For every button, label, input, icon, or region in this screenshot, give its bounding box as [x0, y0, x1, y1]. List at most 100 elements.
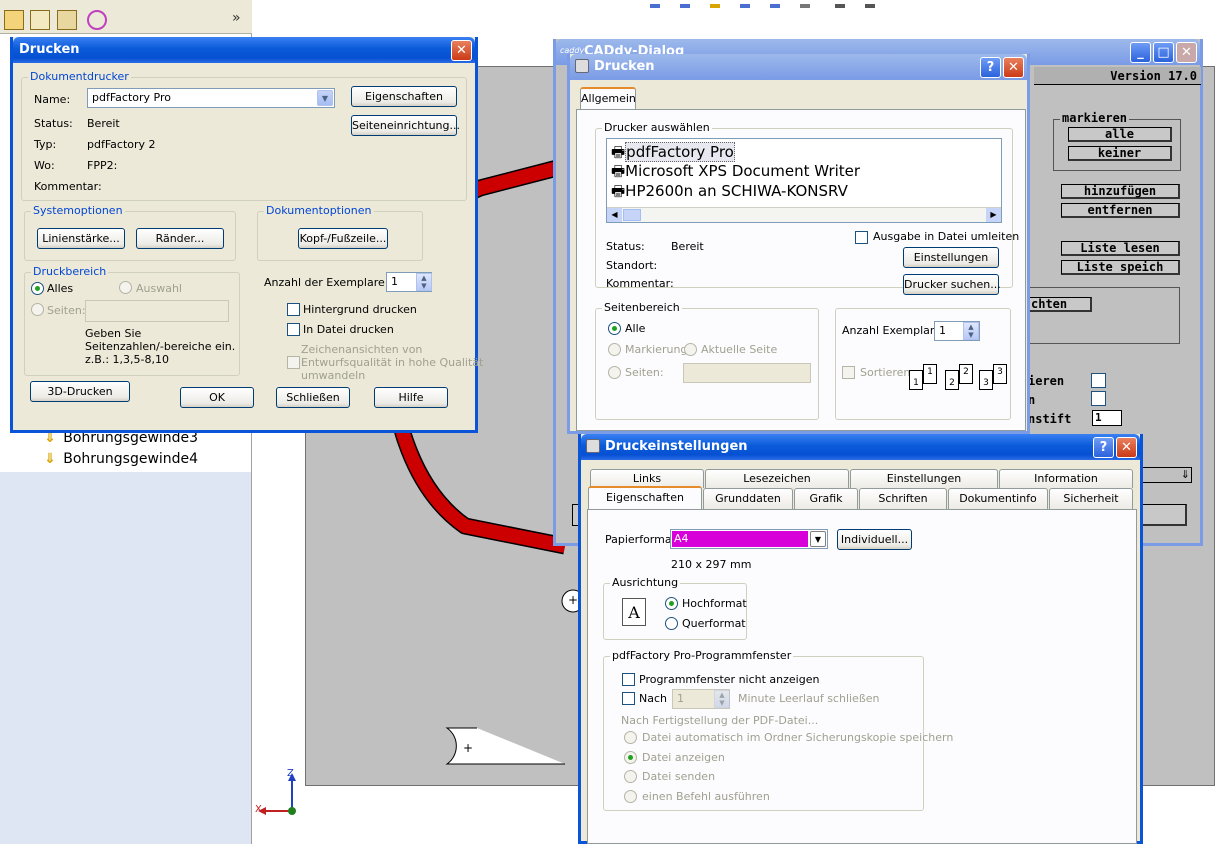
ieren-checkbox[interactable] — [1091, 373, 1106, 388]
property-manager-icon[interactable] — [30, 10, 50, 30]
tab-lesezeichen[interactable]: Lesezeichen — [705, 469, 849, 488]
configuration-manager-icon[interactable] — [57, 10, 77, 30]
tab-einstellungen[interactable]: Einstellungen — [850, 469, 998, 488]
tree-row-bohrungsgewinde4[interactable]: ⇓ Bohrungsgewinde4 — [44, 451, 198, 469]
alle-label: Alle — [625, 322, 646, 335]
copies-spinner[interactable]: ▲ ▼ — [963, 322, 979, 340]
alle-radio[interactable] — [608, 322, 621, 335]
maximize-button[interactable]: □ — [1153, 42, 1174, 63]
feature-manager-icon[interactable] — [4, 10, 24, 30]
chevron-right-icon[interactable]: » — [232, 10, 241, 26]
tab-sicherheit[interactable]: Sicherheit — [1049, 488, 1133, 509]
ausgabe-checkbox[interactable] — [855, 231, 868, 244]
option-anzeigen-radio[interactable] — [624, 751, 637, 764]
printer-name-select[interactable]: pdfFactory Pro ▼ — [87, 88, 335, 108]
eigenschaften-button[interactable]: Eigenschaften — [351, 86, 457, 107]
option-senden-radio[interactable] — [624, 770, 637, 783]
entfernen-button[interactable]: entfernen — [1061, 203, 1180, 218]
axis-x-label: X — [255, 804, 262, 815]
option-senden-label: Datei senden — [642, 770, 716, 783]
linienstaerke-button[interactable]: Linienstärke... — [37, 228, 125, 249]
auswahl-radio[interactable] — [119, 281, 132, 294]
hintergrund-checkbox[interactable] — [287, 303, 300, 316]
seiten-radio[interactable] — [31, 303, 44, 316]
tab-information[interactable]: Information — [999, 469, 1133, 488]
group-label: Dokumentoptionen — [264, 204, 374, 217]
horizontal-scrollbar[interactable]: ◀ ▶ — [607, 207, 1001, 222]
chevron-down-icon[interactable]: ▼ — [810, 531, 826, 547]
individuell-button[interactable]: Individuell... — [837, 529, 912, 550]
hochformat-radio[interactable] — [665, 597, 678, 610]
tab-dokumentinfo[interactable]: Dokumentinfo — [948, 488, 1048, 509]
markierung-radio[interactable] — [608, 343, 621, 356]
kopf-fusszeile-button[interactable]: Kopf-/Fußzeile... — [298, 228, 388, 249]
group-label: Ausrichtung — [610, 576, 681, 589]
keiner-button[interactable]: keiner — [1068, 146, 1172, 161]
zeichenansichten-line-2: Entwurfsqualität in hohe Qualität — [301, 356, 484, 369]
combo-arrow-icon[interactable]: ⇓ — [1181, 468, 1190, 481]
n-checkbox[interactable] — [1091, 391, 1106, 406]
help-button[interactable]: ? — [1093, 437, 1114, 458]
hinzufuegen-button[interactable]: hinzufügen — [1061, 184, 1180, 199]
option-automatisch-radio[interactable] — [624, 731, 637, 744]
option-befehl-radio[interactable] — [624, 790, 637, 803]
liste-lesen-button[interactable]: Liste lesen — [1061, 241, 1180, 256]
print1-title-bar: Drucken ✕ — [13, 37, 475, 63]
group-label: Seitenbereich — [602, 301, 682, 314]
kommentar-label: Kommentar: — [34, 180, 102, 193]
hilfe-button[interactable]: Hilfe — [374, 387, 448, 408]
querformat-label: Querformat — [682, 617, 746, 630]
scroll-thumb[interactable] — [623, 209, 641, 221]
close-button[interactable]: ✕ — [1003, 57, 1024, 78]
zeichenansichten-checkbox[interactable] — [287, 356, 300, 369]
status-value: Bereit — [671, 240, 704, 253]
seiteneinrichtung-button[interactable]: Seiteneinrichtung... — [351, 115, 460, 136]
papierformat-select[interactable]: A4 ▼ — [670, 529, 828, 549]
hintergrund-label: Hintergrund drucken — [303, 303, 417, 316]
tab-grafik[interactable]: Grafik — [794, 488, 858, 509]
kommentar-label: Kommentar: — [606, 277, 674, 290]
tab-grunddaten[interactable]: Grunddaten — [703, 488, 793, 509]
alle-button[interactable]: alle — [1068, 127, 1172, 142]
printer-list-item[interactable]: 🖶HP2600n an SCHIWA-KONSRV — [611, 181, 848, 206]
combo-strip: ⇓ — [1142, 467, 1192, 483]
close-button[interactable]: ✕ — [451, 40, 472, 61]
scroll-left-button[interactable]: ◀ — [607, 208, 622, 222]
chten-button[interactable]: chten — [1028, 297, 1092, 312]
nach-label: Nach — [639, 692, 667, 705]
chevron-down-icon[interactable]: ▼ — [317, 90, 333, 106]
printer-list[interactable]: 🖶pdfFactory Pro 🖶Microsoft XPS Document … — [606, 138, 1002, 223]
seiten-input[interactable] — [683, 363, 811, 383]
minimize-button[interactable]: _ — [1130, 42, 1151, 63]
schliessen-button[interactable]: Schließen — [276, 387, 350, 408]
tab-allgemein[interactable]: Allgemein — [580, 87, 636, 110]
nstift-input[interactable]: 1 — [1092, 410, 1122, 426]
seiten-input[interactable] — [85, 300, 229, 322]
seiten-radio[interactable] — [608, 366, 621, 379]
tab-schriften[interactable]: Schriften — [859, 488, 947, 509]
copies-spinner[interactable]: ▲ ▼ — [416, 273, 432, 291]
programmfenster-checkbox[interactable] — [622, 673, 635, 686]
sortieren-checkbox[interactable] — [842, 366, 855, 379]
ok-button[interactable]: OK — [180, 387, 254, 408]
querformat-radio[interactable] — [665, 617, 678, 630]
aktuelle-seite-radio[interactable] — [684, 343, 697, 356]
in-datei-checkbox[interactable] — [287, 323, 300, 336]
view-toolbar-icons[interactable] — [640, 4, 880, 10]
target-icon[interactable] — [87, 10, 107, 30]
einstellungen-button[interactable]: Einstellungen — [903, 247, 999, 268]
nach-spinner[interactable]: ▲ ▼ — [714, 690, 730, 708]
liste-speich-button[interactable]: Liste speich — [1061, 260, 1180, 275]
alles-radio[interactable] — [31, 282, 44, 295]
close-button[interactable]: ✕ — [1116, 437, 1137, 458]
scroll-right-button[interactable]: ▶ — [986, 208, 1001, 222]
nach-checkbox[interactable] — [622, 692, 635, 705]
help-button[interactable]: ? — [980, 57, 1001, 78]
drucker-suchen-button[interactable]: Drucker suchen... — [903, 274, 1001, 295]
ieren-label: ieren — [1028, 374, 1065, 388]
zeichenansichten-line-1: Zeichenansichten von — [301, 343, 423, 356]
close-button[interactable]: ✕ — [1176, 42, 1197, 63]
raender-button[interactable]: Ränder... — [136, 228, 224, 249]
druck-3d-button[interactable]: 3D-Drucken — [30, 381, 130, 402]
tab-eigenschaften[interactable]: Eigenschaften — [588, 486, 702, 509]
